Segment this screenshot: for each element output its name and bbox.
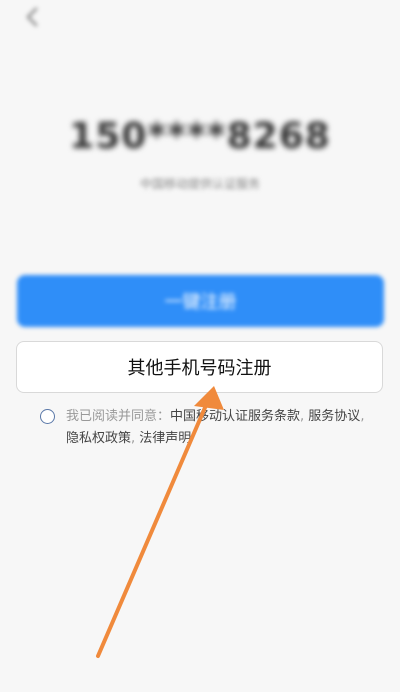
agreement-sep-2: ,: [360, 409, 365, 424]
agreement-prefix: 我已阅读并同意：: [66, 409, 171, 424]
link-service-agreement[interactable]: 服务协议: [308, 409, 360, 424]
chevron-left-icon: [26, 7, 38, 27]
back-button[interactable]: [22, 6, 44, 28]
register-screen: 150****8268 中国移动提供认证服务 一键注册 其他手机号码注册 我已阅…: [0, 0, 400, 692]
masked-phone-number: 150****8268: [69, 116, 331, 157]
one-click-register-button[interactable]: 一键注册: [17, 275, 384, 327]
carrier-auth-note: 中国移动提供认证服务: [139, 177, 260, 191]
link-privacy-policy[interactable]: 隐私权政策: [66, 431, 131, 446]
agree-radio[interactable]: [40, 409, 55, 424]
link-legal-notice[interactable]: 法律声明: [139, 431, 191, 446]
link-cmcc-terms[interactable]: 中国移动认证服务条款: [170, 409, 300, 424]
agreement-text: 我已阅读并同意：中国移动认证服务条款, 服务协议, 隐私权政策, 法律声明: [66, 406, 366, 450]
other-phone-register-button[interactable]: 其他手机号码注册: [16, 341, 383, 393]
